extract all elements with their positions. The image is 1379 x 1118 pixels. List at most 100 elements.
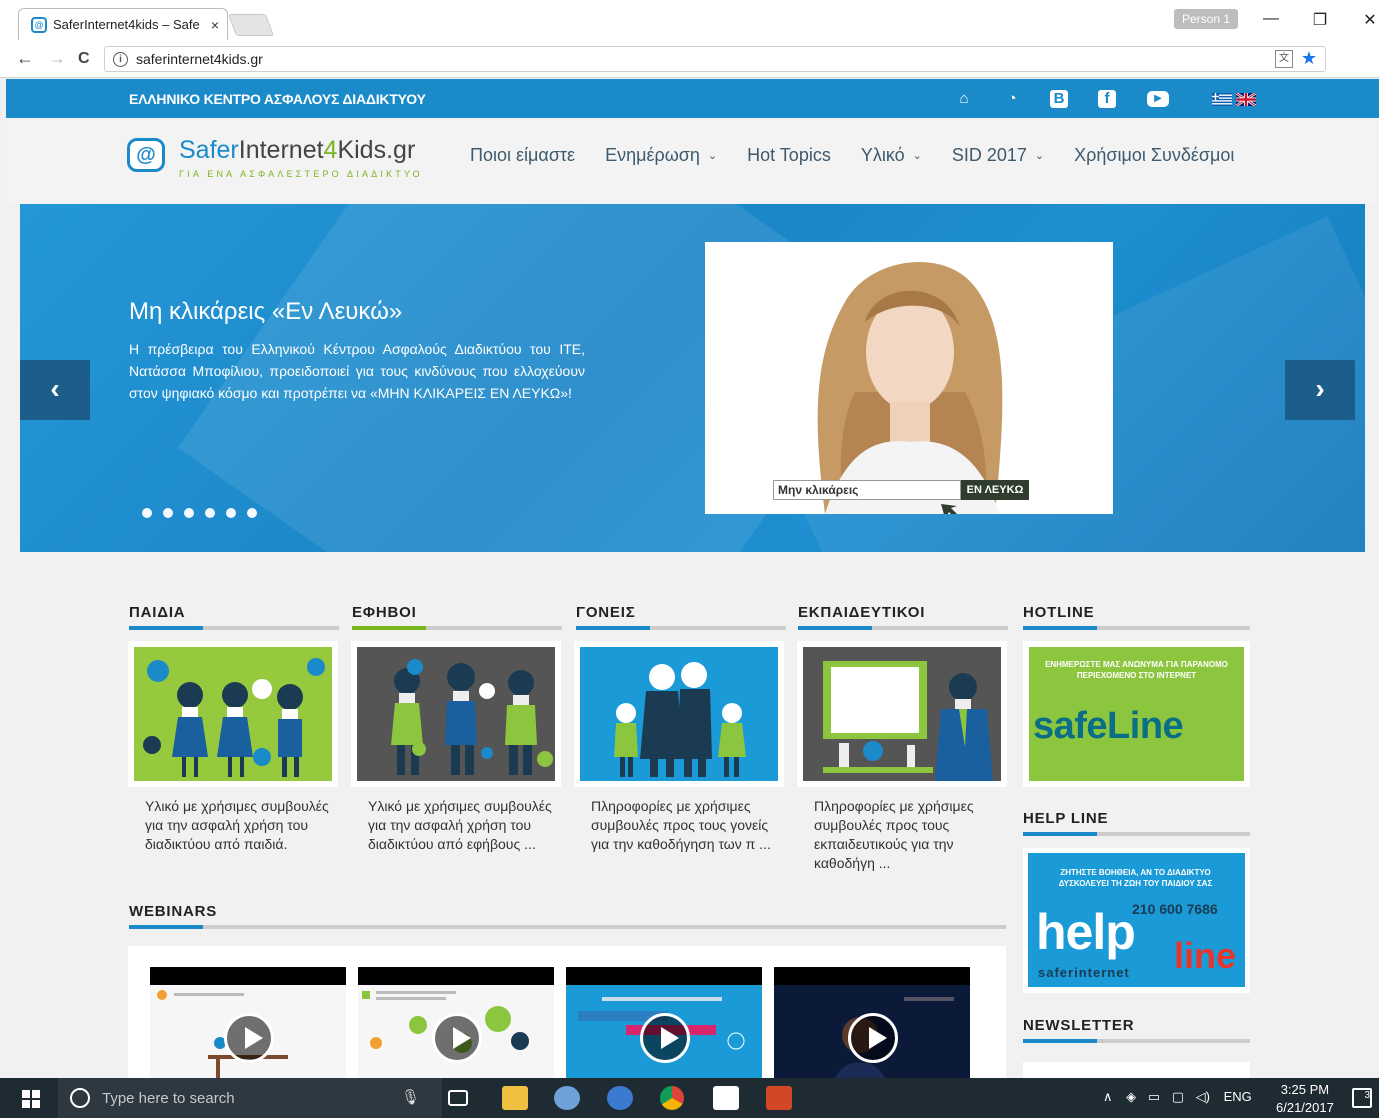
slider-dots — [142, 508, 268, 518]
reload-button[interactable]: C — [78, 50, 90, 68]
slider-dot[interactable] — [163, 508, 173, 518]
menu-item-news[interactable]: Ενημέρωση ⌄ — [605, 145, 717, 166]
play-icon[interactable] — [848, 1013, 898, 1063]
webinar-video[interactable] — [358, 967, 554, 1085]
kids-description: Υλικό με χρήσιμες συμβουλές για την ασφα… — [145, 798, 329, 852]
blogger-icon[interactable]: B — [1050, 90, 1068, 108]
menu-item-about[interactable]: Ποιοι είμαστε — [470, 145, 575, 166]
section-title-hotline[interactable]: HOTLINE — [1023, 604, 1094, 621]
minimize-button[interactable]: — — [1256, 10, 1286, 28]
main-menu: Ποιοι είμαστε Ενημέρωση ⌄ Hot Topics Υλικ… — [470, 145, 1264, 166]
paint-icon[interactable] — [554, 1086, 580, 1110]
forward-button[interactable]: → — [48, 48, 66, 69]
url-bar[interactable]: i saferinternet4kids.gr 文 ★ — [104, 46, 1326, 72]
task-view-icon[interactable] — [448, 1090, 468, 1106]
section-underline — [1023, 1039, 1250, 1043]
slider-dot[interactable] — [247, 508, 257, 518]
webinar-video[interactable] — [566, 967, 762, 1085]
webinars-box — [128, 946, 1006, 1086]
battery-icon[interactable]: ▭ — [1148, 1089, 1160, 1104]
section-title-helpline[interactable]: HELP LINE — [1023, 810, 1108, 827]
volume-icon[interactable]: ◁) — [1196, 1089, 1210, 1104]
section-title-teens[interactable]: ΕΦΗΒΟΙ — [352, 604, 417, 621]
slide-title[interactable]: Μη κλικάρεις «Εν Λευκώ» — [129, 298, 402, 326]
helpline-logo-line: line — [1174, 935, 1237, 976]
slider-dot[interactable] — [184, 508, 194, 518]
section-title-webinars[interactable]: WEBINARS — [129, 903, 217, 920]
webinar-video[interactable] — [150, 967, 346, 1085]
windows-start-icon[interactable] — [22, 1090, 40, 1108]
info-icon[interactable]: i — [113, 51, 128, 67]
teachers-illustration — [803, 647, 1001, 781]
microphone-icon[interactable]: 🎙 — [401, 1088, 420, 1106]
new-tab-button[interactable] — [227, 14, 275, 36]
teachers-card[interactable] — [797, 641, 1007, 787]
parents-card[interactable] — [574, 641, 784, 787]
play-icon[interactable] — [640, 1013, 690, 1063]
action-center-icon[interactable]: 3 — [1352, 1088, 1372, 1108]
menu-item-sid-2017[interactable]: SID 2017 ⌄ — [952, 145, 1044, 166]
network-icon[interactable]: ◈ — [1126, 1089, 1136, 1104]
ie-globe-icon[interactable] — [607, 1086, 633, 1110]
taskbar-clock[interactable]: 3:25 PM 6/21/2017 — [1276, 1081, 1334, 1117]
display-icon[interactable]: ▢ — [1172, 1089, 1184, 1104]
home-icon[interactable]: ⌂ — [954, 89, 974, 109]
play-icon[interactable] — [224, 1013, 274, 1063]
webinar-video[interactable] — [774, 967, 970, 1085]
slider-dot[interactable] — [205, 508, 215, 518]
url-text[interactable]: saferinternet4kids.gr — [136, 51, 263, 67]
browser-tab[interactable]: @ SaferInternet4kids – Safe × — [18, 8, 228, 40]
site-favicon-icon: @ — [31, 16, 47, 33]
back-button[interactable]: ← — [16, 48, 34, 69]
notification-count: 3 — [1364, 1090, 1370, 1101]
section-title-parents[interactable]: ΓΟΝΕΙΣ — [576, 604, 636, 621]
menu-item-hot-topics[interactable]: Hot Topics — [747, 145, 831, 166]
powerpoint-icon[interactable] — [766, 1086, 792, 1110]
hero-slider: ‹ › Μη κλικάρεις «Εν Λευκώ» Η πρέσβειρα … — [20, 204, 1365, 552]
helpline-banner-text: ΖΗΤΗΣΤΕ ΒΟΗΘΕΙΑ, ΑΝ ΤΟ ΔΙΑΔΙΚΤΥΟ ΔΥΣΚΟΛΕ… — [1058, 868, 1213, 888]
section-title-kids[interactable]: ΠΑΙΔΙΑ — [129, 604, 185, 621]
kids-card[interactable] — [128, 641, 338, 787]
section-title-newsletter[interactable]: NEWSLETTER — [1023, 1017, 1134, 1034]
slide-image[interactable]: Μην κλικάρεις ΕΝ ΛΕΥΚΩ — [705, 242, 1113, 514]
slider-dot[interactable] — [226, 508, 236, 518]
uk-flag-icon[interactable] — [1236, 93, 1256, 106]
close-window-button[interactable]: ✕ — [1355, 10, 1379, 30]
slider-next-button[interactable]: › — [1285, 360, 1355, 420]
translate-icon[interactable]: 文 — [1275, 50, 1293, 68]
site-logo[interactable]: @ SaferInternet4Kids.gr ΓΙΑ ΕΝΑ ΑΣΦΑΛΕΣΤ… — [127, 134, 427, 184]
profile-button[interactable]: Person 1 — [1174, 9, 1239, 29]
greek-flag-icon[interactable] — [1212, 93, 1232, 106]
rss-icon[interactable]: ◔ — [1002, 89, 1022, 109]
restore-button[interactable]: ❐ — [1305, 10, 1335, 30]
taskbar-search-placeholder: Type here to search — [102, 1089, 235, 1107]
menu-item-useful-links[interactable]: Χρήσιμοι Συνδέσμοι — [1074, 145, 1234, 166]
logo-tagline: ΓΙΑ ΕΝΑ ΑΣΦΑΛΕΣΤΕΡΟ ΔΙΑΔΙΚΤΥΟ — [179, 169, 423, 179]
youtube-icon[interactable]: ▶ — [1147, 91, 1169, 107]
tab-close-icon[interactable]: × — [211, 17, 219, 33]
chrome-icon[interactable] — [660, 1086, 684, 1110]
slider-dot[interactable] — [142, 508, 152, 518]
slider-prev-button[interactable]: ‹ — [20, 360, 90, 420]
section-title-teachers[interactable]: ΕΚΠΑΙΔΕΥΤΙΚΟΙ — [798, 604, 925, 621]
play-icon[interactable] — [432, 1013, 482, 1063]
helpline-phone: 210 600 7686 — [1132, 901, 1218, 917]
teachers-description: Πληροφορίες με χρήσιμες συμβουλές προς τ… — [814, 798, 974, 871]
chevron-down-icon: ⌄ — [1034, 150, 1045, 162]
file-explorer-icon[interactable] — [502, 1086, 528, 1110]
safeline-banner[interactable]: ΕΝΗΜΕΡΩΣΤΕ ΜΑΣ ΑΝΩΝΥΜΑ ΓΙΑ ΠΑΡΑΝΟΜΟ ΠΕΡΙ… — [1023, 641, 1250, 787]
slide-text: Η πρέσβειρα του Ελληνικού Κέντρου Ασφαλο… — [129, 341, 585, 401]
taskbar-search-box[interactable]: Type here to search 🎙 — [58, 1078, 442, 1118]
helpline-subtext: saferinternet — [1038, 965, 1130, 980]
teens-description: Υλικό με χρήσιμες συμβουλές για την ασφα… — [368, 798, 552, 852]
photos-icon[interactable] — [713, 1086, 739, 1110]
show-hidden-icons-icon[interactable]: ∧ — [1103, 1089, 1113, 1104]
safeline-banner-text: ΕΝΗΜΕΡΩΣΤΕ ΜΑΣ ΑΝΩΝΥΜΑ ΓΙΑ ΠΑΡΑΝΟΜΟ ΠΕΡΙ… — [1045, 660, 1228, 680]
facebook-icon[interactable]: f — [1098, 90, 1116, 108]
menu-item-material[interactable]: Υλικό ⌄ — [861, 145, 922, 166]
bookmark-star-icon[interactable]: ★ — [1301, 48, 1317, 69]
teens-card[interactable] — [351, 641, 561, 787]
slide-search-button: ΕΝ ΛΕΥΚΩ — [961, 480, 1029, 500]
language-indicator[interactable]: ENG — [1224, 1089, 1252, 1104]
helpline-banner[interactable]: ΖΗΤΗΣΤΕ ΒΟΗΘΕΙΑ, ΑΝ ΤΟ ΔΙΑΔΙΚΤΥΟ ΔΥΣΚΟΛΕ… — [1023, 848, 1250, 993]
